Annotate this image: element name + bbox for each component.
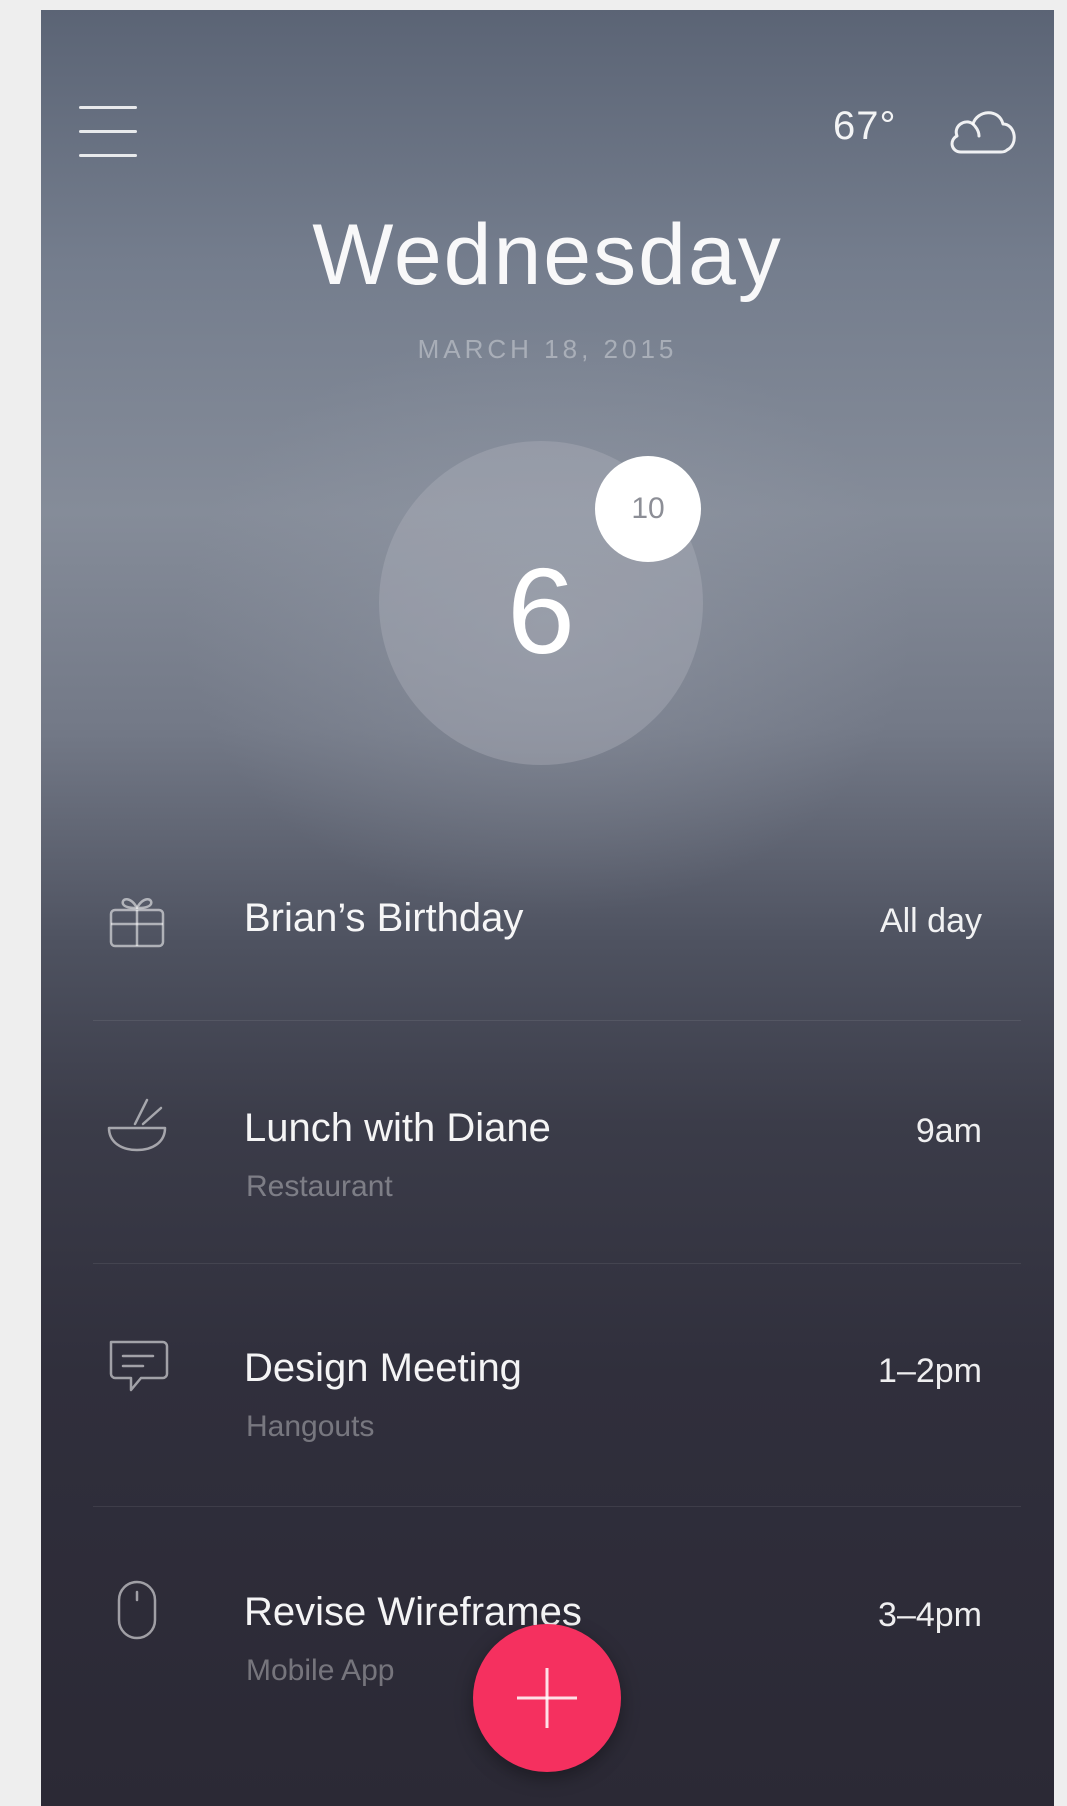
event-subtitle: Restaurant bbox=[246, 1170, 393, 1203]
notification-badge[interactable]: 10 bbox=[595, 456, 701, 562]
divider bbox=[93, 1263, 1021, 1264]
date-subtitle: MARCH 18, 2015 bbox=[417, 334, 678, 364]
event-time: 3–4pm bbox=[878, 1596, 982, 1634]
cloud-icon[interactable] bbox=[947, 104, 1019, 160]
event-title: Design Meeting bbox=[244, 1346, 522, 1390]
temperature: 67° bbox=[833, 104, 897, 148]
mouse-icon bbox=[117, 1580, 157, 1640]
event-subtitle: Mobile App bbox=[246, 1654, 395, 1687]
app-screen: 67° Wednesday MARCH 18, 2015 6 10 Brian’… bbox=[41, 10, 1054, 1806]
divider bbox=[93, 1506, 1021, 1507]
bowl-chopsticks-icon bbox=[107, 1098, 167, 1152]
hamburger-menu-icon[interactable] bbox=[79, 106, 137, 158]
event-title: Lunch with Diane bbox=[244, 1106, 551, 1150]
plus-icon bbox=[517, 1668, 577, 1728]
event-subtitle: Hangouts bbox=[246, 1410, 375, 1443]
event-title: Brian’s Birthday bbox=[244, 896, 524, 940]
gift-icon bbox=[109, 898, 165, 948]
event-count: 6 bbox=[507, 543, 575, 679]
day-title: Wednesday bbox=[312, 207, 783, 303]
chat-bubble-icon bbox=[109, 1340, 169, 1392]
divider bbox=[93, 1020, 1021, 1021]
event-time: 9am bbox=[915, 1112, 982, 1150]
event-time: All day bbox=[879, 902, 982, 940]
add-event-button[interactable] bbox=[473, 1624, 621, 1772]
event-time: 1–2pm bbox=[878, 1352, 982, 1390]
